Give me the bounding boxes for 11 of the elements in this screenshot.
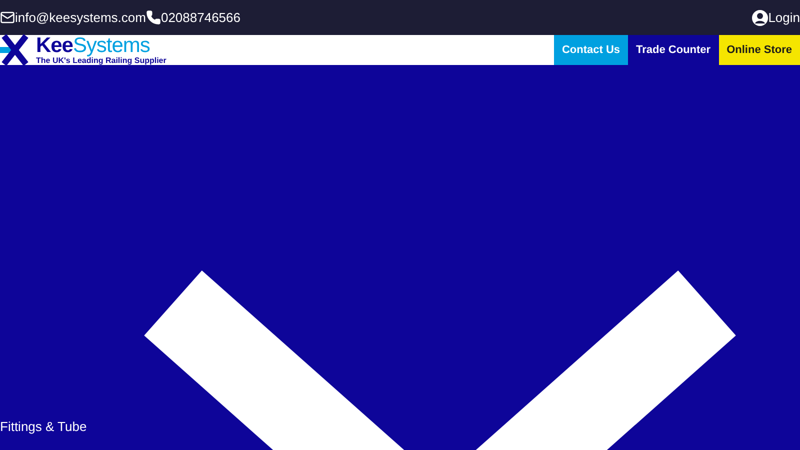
phone-icon — [146, 10, 161, 25]
logo-name: KeeSystems — [36, 35, 151, 57]
email-link[interactable]: info@keesystems.com — [15, 8, 146, 28]
logo-tagline: The UK's Leading Railing Supplier — [36, 57, 166, 65]
nav-button[interactable]: Online Store — [718, 35, 800, 65]
mail-icon — [0, 10, 15, 25]
login-link[interactable]: Login — [752, 8, 800, 28]
phone-link[interactable]: 02088746566 — [160, 8, 240, 28]
nav-button[interactable]: Trade Counter — [628, 35, 719, 65]
hero-caption: Fittings & Tube — [0, 418, 88, 436]
user-icon — [752, 10, 768, 26]
